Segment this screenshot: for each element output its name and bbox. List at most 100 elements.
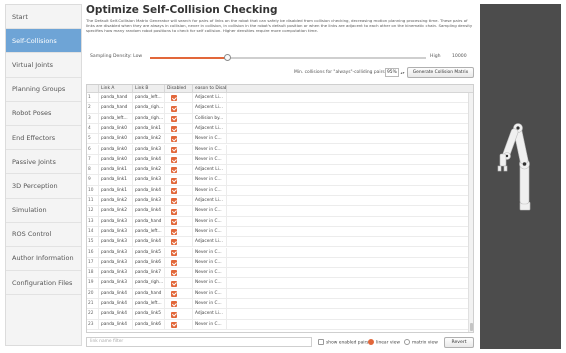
table-row[interactable]: 8 panda_link1 panda_link2 Adjacent Li...: [87, 165, 473, 176]
table-row[interactable]: 21 panda_link4 panda_left... Never in C...: [87, 299, 473, 310]
disabled-checkbox[interactable]: [171, 136, 177, 143]
link-b-cell: panda_left...: [133, 93, 165, 104]
disabled-cell: [165, 216, 193, 227]
table-row[interactable]: 6 panda_link0 panda_link3 Never in C...: [87, 144, 473, 155]
disabled-checkbox[interactable]: [171, 311, 177, 318]
table-row[interactable]: 9 panda_link1 panda_link3 Never in C...: [87, 175, 473, 186]
table-row[interactable]: 5 panda_link0 panda_link2 Never in C...: [87, 134, 473, 145]
link-name-filter-input[interactable]: link name filter: [86, 337, 312, 347]
revert-button[interactable]: Revert: [444, 337, 474, 348]
table-row[interactable]: 11 panda_link2 panda_link3 Adjacent Li...: [87, 196, 473, 207]
disabled-checkbox[interactable]: [171, 280, 177, 287]
link-a-cell: panda_link2: [99, 206, 133, 217]
reason-cell: Never in C...: [193, 226, 227, 238]
sidebar-item-start[interactable]: Start: [6, 5, 81, 30]
min-collisions-input[interactable]: 95%: [385, 68, 399, 77]
table-row[interactable]: 15 panda_link3 panda_link4 Adjacent Li...: [87, 237, 473, 248]
linear-view-radio[interactable]: linear view: [368, 339, 400, 347]
link-a-cell: panda_link4: [99, 299, 133, 310]
table-row[interactable]: 4 panda_link0 panda_link1 Adjacent Li...: [87, 123, 473, 135]
reason-cell: Never in C...: [193, 175, 227, 186]
table-row[interactable]: 2 panda_hand panda_righ... Adjacent Li...: [87, 103, 473, 114]
sidebar-item-simulation[interactable]: Simulation: [6, 199, 81, 223]
disabled-checkbox[interactable]: [171, 157, 177, 164]
table-row[interactable]: 13 panda_link3 panda_hand Never in C...: [87, 216, 473, 227]
link-b-cell: panda_link1: [133, 123, 165, 135]
disabled-checkbox[interactable]: [171, 167, 177, 174]
column-header-index[interactable]: [87, 85, 99, 93]
link-b-cell: panda_link3: [133, 196, 165, 207]
table-row[interactable]: 19 panda_link3 panda_righ... Never in C...: [87, 278, 473, 289]
sidebar-item-self-collisions[interactable]: Self-Collisions: [6, 29, 81, 54]
disabled-checkbox[interactable]: [171, 177, 177, 184]
link-b-cell: panda_left...: [133, 226, 165, 238]
disabled-checkbox[interactable]: [171, 270, 177, 277]
disabled-checkbox[interactable]: [171, 239, 177, 246]
reason-cell: Adjacent Li...: [193, 93, 227, 104]
table-row[interactable]: 7 panda_link0 panda_link4 Never in C...: [87, 154, 473, 166]
row-index: 7: [87, 154, 99, 166]
row-index: 16: [87, 247, 99, 258]
disabled-checkbox[interactable]: [171, 105, 177, 112]
column-header-eason-to-disab[interactable]: eason to Disab: [193, 85, 227, 93]
column-header-link-b[interactable]: Link B: [133, 85, 165, 93]
table-row[interactable]: 12 panda_link2 panda_link4 Never in C...: [87, 206, 473, 217]
show-enabled-pairs-label: show enabled pairs: [326, 340, 369, 346]
sidebar-item-ros-control[interactable]: ROS Control: [6, 223, 81, 247]
disabled-checkbox[interactable]: [171, 229, 177, 236]
table-row[interactable]: 14 panda_link3 panda_left... Never in C...: [87, 226, 473, 238]
spinner-arrows-icon[interactable]: ▴▾: [400, 68, 405, 77]
disabled-checkbox[interactable]: [171, 208, 177, 215]
disabled-checkbox[interactable]: [171, 260, 177, 267]
column-header-link-a[interactable]: Link A: [99, 85, 133, 93]
sidebar-item-virtual-joints[interactable]: Virtual Joints: [6, 53, 81, 78]
sidebar-item-configuration-files[interactable]: Configuration Files: [6, 271, 81, 296]
disabled-cell: [165, 278, 193, 289]
link-a-cell: panda_hand: [99, 93, 133, 104]
table-row[interactable]: 20 panda_link4 panda_hand Never in C...: [87, 288, 473, 299]
table-row[interactable]: 18 panda_link3 panda_link7 Never in C...: [87, 268, 473, 279]
disabled-checkbox[interactable]: [171, 249, 177, 256]
table-row[interactable]: 3 panda_left... panda_righ... Collision by.…: [87, 113, 473, 124]
robot-3d-viewer[interactable]: [480, 4, 561, 349]
disabled-checkbox[interactable]: [171, 198, 177, 205]
link-a-cell: panda_link4: [99, 319, 133, 330]
row-index: 23: [87, 319, 99, 330]
matrix-view-radio[interactable]: matrix view: [404, 339, 438, 347]
sidebar-item-3d-perception[interactable]: 3D Perception: [6, 174, 81, 199]
show-enabled-pairs-checkbox[interactable]: show enabled pairs: [318, 339, 369, 347]
sampling-density-slider[interactable]: [150, 54, 426, 61]
sidebar-item-planning-groups[interactable]: Planning Groups: [6, 78, 81, 102]
table-row[interactable]: 10 panda_link1 panda_link4 Never in C...: [87, 185, 473, 196]
scrollbar-thumb[interactable]: [469, 323, 473, 331]
reason-cell: Never in C...: [193, 319, 227, 330]
disabled-checkbox[interactable]: [171, 290, 177, 297]
sidebar-item-author-information[interactable]: Author Information: [6, 247, 81, 272]
table-row[interactable]: 16 panda_link3 panda_link5 Never in C...: [87, 247, 473, 258]
disabled-checkbox[interactable]: [171, 301, 177, 308]
table-row[interactable]: 17 panda_link3 panda_link6 Never in C...: [87, 257, 473, 269]
table-scrollbar[interactable]: [468, 93, 473, 332]
disabled-checkbox[interactable]: [171, 146, 177, 153]
table-row[interactable]: 1 panda_hand panda_left... Adjacent Li...: [87, 93, 473, 104]
moveit-setup-assistant-window: Start Self-Collisions Virtual Joints Planni…: [0, 0, 566, 353]
reason-cell: Never in C...: [193, 268, 227, 279]
slider-handle[interactable]: [223, 54, 231, 61]
disabled-checkbox[interactable]: [171, 321, 177, 328]
generate-collision-matrix-button[interactable]: Generate Collision Matrix: [407, 67, 474, 78]
disabled-checkbox[interactable]: [171, 115, 177, 122]
table-row[interactable]: 22 panda_link4 panda_link5 Adjacent Li...: [87, 309, 473, 320]
disabled-checkbox[interactable]: [171, 95, 177, 102]
disabled-checkbox[interactable]: [171, 126, 177, 133]
column-header-disabled[interactable]: Disabled: [165, 85, 193, 93]
link-b-cell: panda_left...: [133, 299, 165, 310]
table-row[interactable]: 23 panda_link4 panda_link6 Never in C...: [87, 319, 473, 330]
page-title: Optimize Self-Collision Checking: [86, 4, 278, 16]
link-b-cell: panda_link4: [133, 185, 165, 196]
sidebar-item-end-effectors[interactable]: End Effectors: [6, 126, 81, 151]
disabled-checkbox[interactable]: [171, 187, 177, 194]
disabled-checkbox[interactable]: [171, 218, 177, 225]
sidebar-item-passive-joints[interactable]: Passive Joints: [6, 150, 81, 175]
sidebar-item-robot-poses[interactable]: Robot Poses: [6, 102, 81, 126]
link-a-cell: panda_link3: [99, 226, 133, 238]
